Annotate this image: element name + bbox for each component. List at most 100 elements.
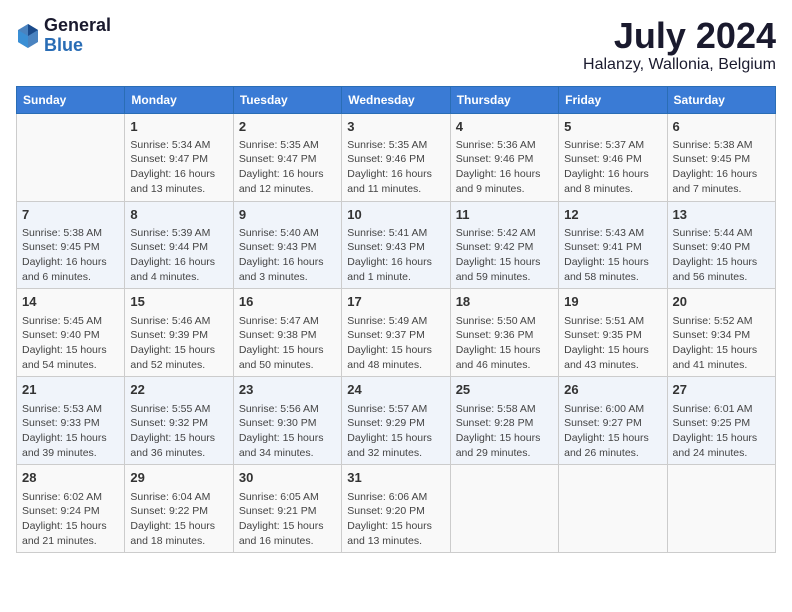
day-number: 6 — [673, 118, 770, 136]
cell-content: Sunrise: 5:55 AMSunset: 9:32 PMDaylight:… — [130, 402, 227, 461]
calendar-cell: 13 Sunrise: 5:44 AMSunset: 9:40 PMDayligh… — [667, 201, 775, 289]
day-number: 24 — [347, 381, 444, 399]
calendar-cell: 29 Sunrise: 6:04 AMSunset: 9:22 PMDayligh… — [125, 465, 233, 553]
calendar-cell: 24 Sunrise: 5:57 AMSunset: 9:29 PMDayligh… — [342, 377, 450, 465]
cell-content: Sunrise: 6:05 AMSunset: 9:21 PMDaylight:… — [239, 490, 336, 549]
day-number: 10 — [347, 206, 444, 224]
week-row-5: 28 Sunrise: 6:02 AMSunset: 9:24 PMDayligh… — [17, 465, 776, 553]
col-header-tuesday: Tuesday — [233, 86, 341, 113]
calendar-cell: 18 Sunrise: 5:50 AMSunset: 9:36 PMDayligh… — [450, 289, 558, 377]
week-row-2: 7 Sunrise: 5:38 AMSunset: 9:45 PMDaylight… — [17, 201, 776, 289]
day-number: 20 — [673, 293, 770, 311]
cell-content: Sunrise: 5:35 AMSunset: 9:46 PMDaylight:… — [347, 138, 444, 197]
calendar-cell: 28 Sunrise: 6:02 AMSunset: 9:24 PMDayligh… — [17, 465, 125, 553]
cell-content: Sunrise: 6:00 AMSunset: 9:27 PMDaylight:… — [564, 402, 661, 461]
day-number: 30 — [239, 469, 336, 487]
cell-content: Sunrise: 5:49 AMSunset: 9:37 PMDaylight:… — [347, 314, 444, 373]
calendar-cell: 23Sunrise: 5:56 AMSunset: 9:30 PMDayligh… — [233, 377, 341, 465]
calendar-cell: 27 Sunrise: 6:01 AMSunset: 9:25 PMDayligh… — [667, 377, 775, 465]
logo-blue: Blue — [44, 36, 111, 56]
cell-content: Sunrise: 5:35 AMSunset: 9:47 PMDaylight:… — [239, 138, 336, 197]
calendar-cell — [559, 465, 667, 553]
logo-text: General Blue — [44, 16, 111, 56]
cell-content: Sunrise: 5:42 AMSunset: 9:42 PMDaylight:… — [456, 226, 553, 285]
calendar-cell: 4Sunrise: 5:36 AMSunset: 9:46 PMDaylight… — [450, 113, 558, 201]
calendar-cell: 11 Sunrise: 5:42 AMSunset: 9:42 PMDayligh… — [450, 201, 558, 289]
logo-general: General — [44, 16, 111, 36]
cell-content: Sunrise: 6:02 AMSunset: 9:24 PMDaylight:… — [22, 490, 119, 549]
day-number: 28 — [22, 469, 119, 487]
day-number: 29 — [130, 469, 227, 487]
day-number: 8 — [130, 206, 227, 224]
month-title: July 2024 — [583, 16, 776, 56]
cell-content: Sunrise: 6:06 AMSunset: 9:20 PMDaylight:… — [347, 490, 444, 549]
calendar-cell — [17, 113, 125, 201]
col-header-monday: Monday — [125, 86, 233, 113]
calendar-cell: 19Sunrise: 5:51 AMSunset: 9:35 PMDayligh… — [559, 289, 667, 377]
calendar-cell: 9Sunrise: 5:40 AMSunset: 9:43 PMDaylight… — [233, 201, 341, 289]
location-title: Halanzy, Wallonia, Belgium — [583, 56, 776, 74]
cell-content: Sunrise: 5:38 AMSunset: 9:45 PMDaylight:… — [22, 226, 119, 285]
day-number: 22 — [130, 381, 227, 399]
page-header: General Blue July 2024 Halanzy, Wallonia… — [16, 16, 776, 74]
day-number: 5 — [564, 118, 661, 136]
calendar-cell: 10 Sunrise: 5:41 AMSunset: 9:43 PMDayligh… — [342, 201, 450, 289]
calendar-cell: 5 Sunrise: 5:37 AMSunset: 9:46 PMDaylight… — [559, 113, 667, 201]
day-number: 7 — [22, 206, 119, 224]
week-row-3: 14Sunrise: 5:45 AMSunset: 9:40 PMDayligh… — [17, 289, 776, 377]
cell-content: Sunrise: 5:58 AMSunset: 9:28 PMDaylight:… — [456, 402, 553, 461]
day-number: 18 — [456, 293, 553, 311]
day-number: 16 — [239, 293, 336, 311]
col-header-saturday: Saturday — [667, 86, 775, 113]
day-number: 26 — [564, 381, 661, 399]
day-number: 13 — [673, 206, 770, 224]
calendar-cell: 17Sunrise: 5:49 AMSunset: 9:37 PMDayligh… — [342, 289, 450, 377]
cell-content: Sunrise: 5:44 AMSunset: 9:40 PMDaylight:… — [673, 226, 770, 285]
col-header-thursday: Thursday — [450, 86, 558, 113]
day-number: 23 — [239, 381, 336, 399]
logo: General Blue — [16, 16, 111, 56]
cell-content: Sunrise: 5:47 AMSunset: 9:38 PMDaylight:… — [239, 314, 336, 373]
week-row-1: 1Sunrise: 5:34 AMSunset: 9:47 PMDaylight… — [17, 113, 776, 201]
calendar-cell: 14Sunrise: 5:45 AMSunset: 9:40 PMDayligh… — [17, 289, 125, 377]
day-number: 2 — [239, 118, 336, 136]
cell-content: Sunrise: 5:53 AMSunset: 9:33 PMDaylight:… — [22, 402, 119, 461]
col-header-sunday: Sunday — [17, 86, 125, 113]
calendar-cell: 30 Sunrise: 6:05 AMSunset: 9:21 PMDayligh… — [233, 465, 341, 553]
calendar-cell: 31Sunrise: 6:06 AMSunset: 9:20 PMDayligh… — [342, 465, 450, 553]
cell-content: Sunrise: 5:51 AMSunset: 9:35 PMDaylight:… — [564, 314, 661, 373]
cell-content: Sunrise: 5:34 AMSunset: 9:47 PMDaylight:… — [130, 138, 227, 197]
cell-content: Sunrise: 5:39 AMSunset: 9:44 PMDaylight:… — [130, 226, 227, 285]
cell-content: Sunrise: 5:45 AMSunset: 9:40 PMDaylight:… — [22, 314, 119, 373]
cell-content: Sunrise: 5:41 AMSunset: 9:43 PMDaylight:… — [347, 226, 444, 285]
day-number: 11 — [456, 206, 553, 224]
calendar-cell: 2 Sunrise: 5:35 AMSunset: 9:47 PMDaylight… — [233, 113, 341, 201]
day-number: 15 — [130, 293, 227, 311]
cell-content: Sunrise: 5:38 AMSunset: 9:45 PMDaylight:… — [673, 138, 770, 197]
day-number: 27 — [673, 381, 770, 399]
calendar-cell: 1Sunrise: 5:34 AMSunset: 9:47 PMDaylight… — [125, 113, 233, 201]
col-header-wednesday: Wednesday — [342, 86, 450, 113]
cell-content: Sunrise: 5:57 AMSunset: 9:29 PMDaylight:… — [347, 402, 444, 461]
day-number: 3 — [347, 118, 444, 136]
calendar-cell: 25 Sunrise: 5:58 AMSunset: 9:28 PMDayligh… — [450, 377, 558, 465]
cell-content: Sunrise: 5:52 AMSunset: 9:34 PMDaylight:… — [673, 314, 770, 373]
cell-content: Sunrise: 5:46 AMSunset: 9:39 PMDaylight:… — [130, 314, 227, 373]
calendar-cell — [450, 465, 558, 553]
day-number: 4 — [456, 118, 553, 136]
cell-content: Sunrise: 6:04 AMSunset: 9:22 PMDaylight:… — [130, 490, 227, 549]
cell-content: Sunrise: 5:50 AMSunset: 9:36 PMDaylight:… — [456, 314, 553, 373]
logo-icon — [16, 22, 40, 50]
calendar-cell: 7 Sunrise: 5:38 AMSunset: 9:45 PMDaylight… — [17, 201, 125, 289]
day-number: 12 — [564, 206, 661, 224]
cell-content: Sunrise: 6:01 AMSunset: 9:25 PMDaylight:… — [673, 402, 770, 461]
calendar-table: SundayMondayTuesdayWednesdayThursdayFrid… — [16, 86, 776, 554]
cell-content: Sunrise: 5:37 AMSunset: 9:46 PMDaylight:… — [564, 138, 661, 197]
calendar-cell: 8 Sunrise: 5:39 AMSunset: 9:44 PMDaylight… — [125, 201, 233, 289]
day-number: 25 — [456, 381, 553, 399]
calendar-cell: 22 Sunrise: 5:55 AMSunset: 9:32 PMDayligh… — [125, 377, 233, 465]
calendar-cell: 16 Sunrise: 5:47 AMSunset: 9:38 PMDayligh… — [233, 289, 341, 377]
calendar-cell: 21Sunrise: 5:53 AMSunset: 9:33 PMDayligh… — [17, 377, 125, 465]
calendar-cell: 6 Sunrise: 5:38 AMSunset: 9:45 PMDaylight… — [667, 113, 775, 201]
calendar-cell: 20 Sunrise: 5:52 AMSunset: 9:34 PMDayligh… — [667, 289, 775, 377]
